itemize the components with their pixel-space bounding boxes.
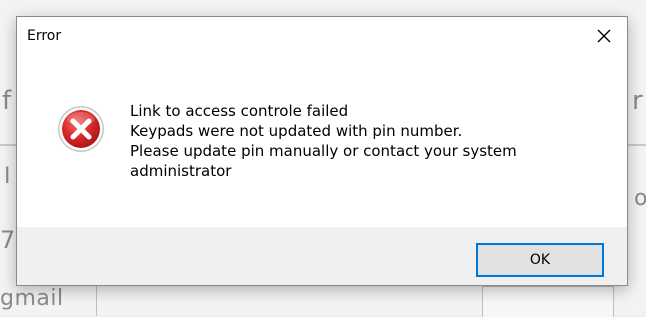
message-line: Link to access controle failed <box>130 102 349 120</box>
dialog-title: Error <box>27 28 62 44</box>
background-divider <box>628 144 646 146</box>
close-button[interactable] <box>581 17 627 55</box>
background-text-fragment: gmail <box>0 286 64 311</box>
message-line: Keypads were not updated with pin number… <box>130 122 463 140</box>
dialog-titlebar: Error <box>17 17 627 55</box>
background-text-fragment: r <box>632 86 643 116</box>
background-text-fragment: 7 <box>0 226 16 254</box>
background-text-fragment: o <box>634 186 646 211</box>
background-text-fragment: I <box>4 164 11 189</box>
dialog-content: Link to access controle failed Keypads w… <box>17 55 627 227</box>
message-line: Please update pin manually or contact yo… <box>130 142 517 160</box>
error-message: Link to access controle failed Keypads w… <box>130 101 610 181</box>
dialog-footer: OK <box>17 227 627 285</box>
ok-button[interactable]: OK <box>476 243 604 277</box>
background-button <box>482 286 614 317</box>
background-divider <box>0 144 16 146</box>
error-dialog: Error Link to access controle failed Key… <box>16 16 628 286</box>
background-text-fragment: f <box>2 86 12 116</box>
ok-button-label: OK <box>529 252 551 268</box>
message-line: administrator <box>130 162 232 180</box>
error-icon <box>58 106 104 152</box>
close-icon <box>597 29 611 43</box>
